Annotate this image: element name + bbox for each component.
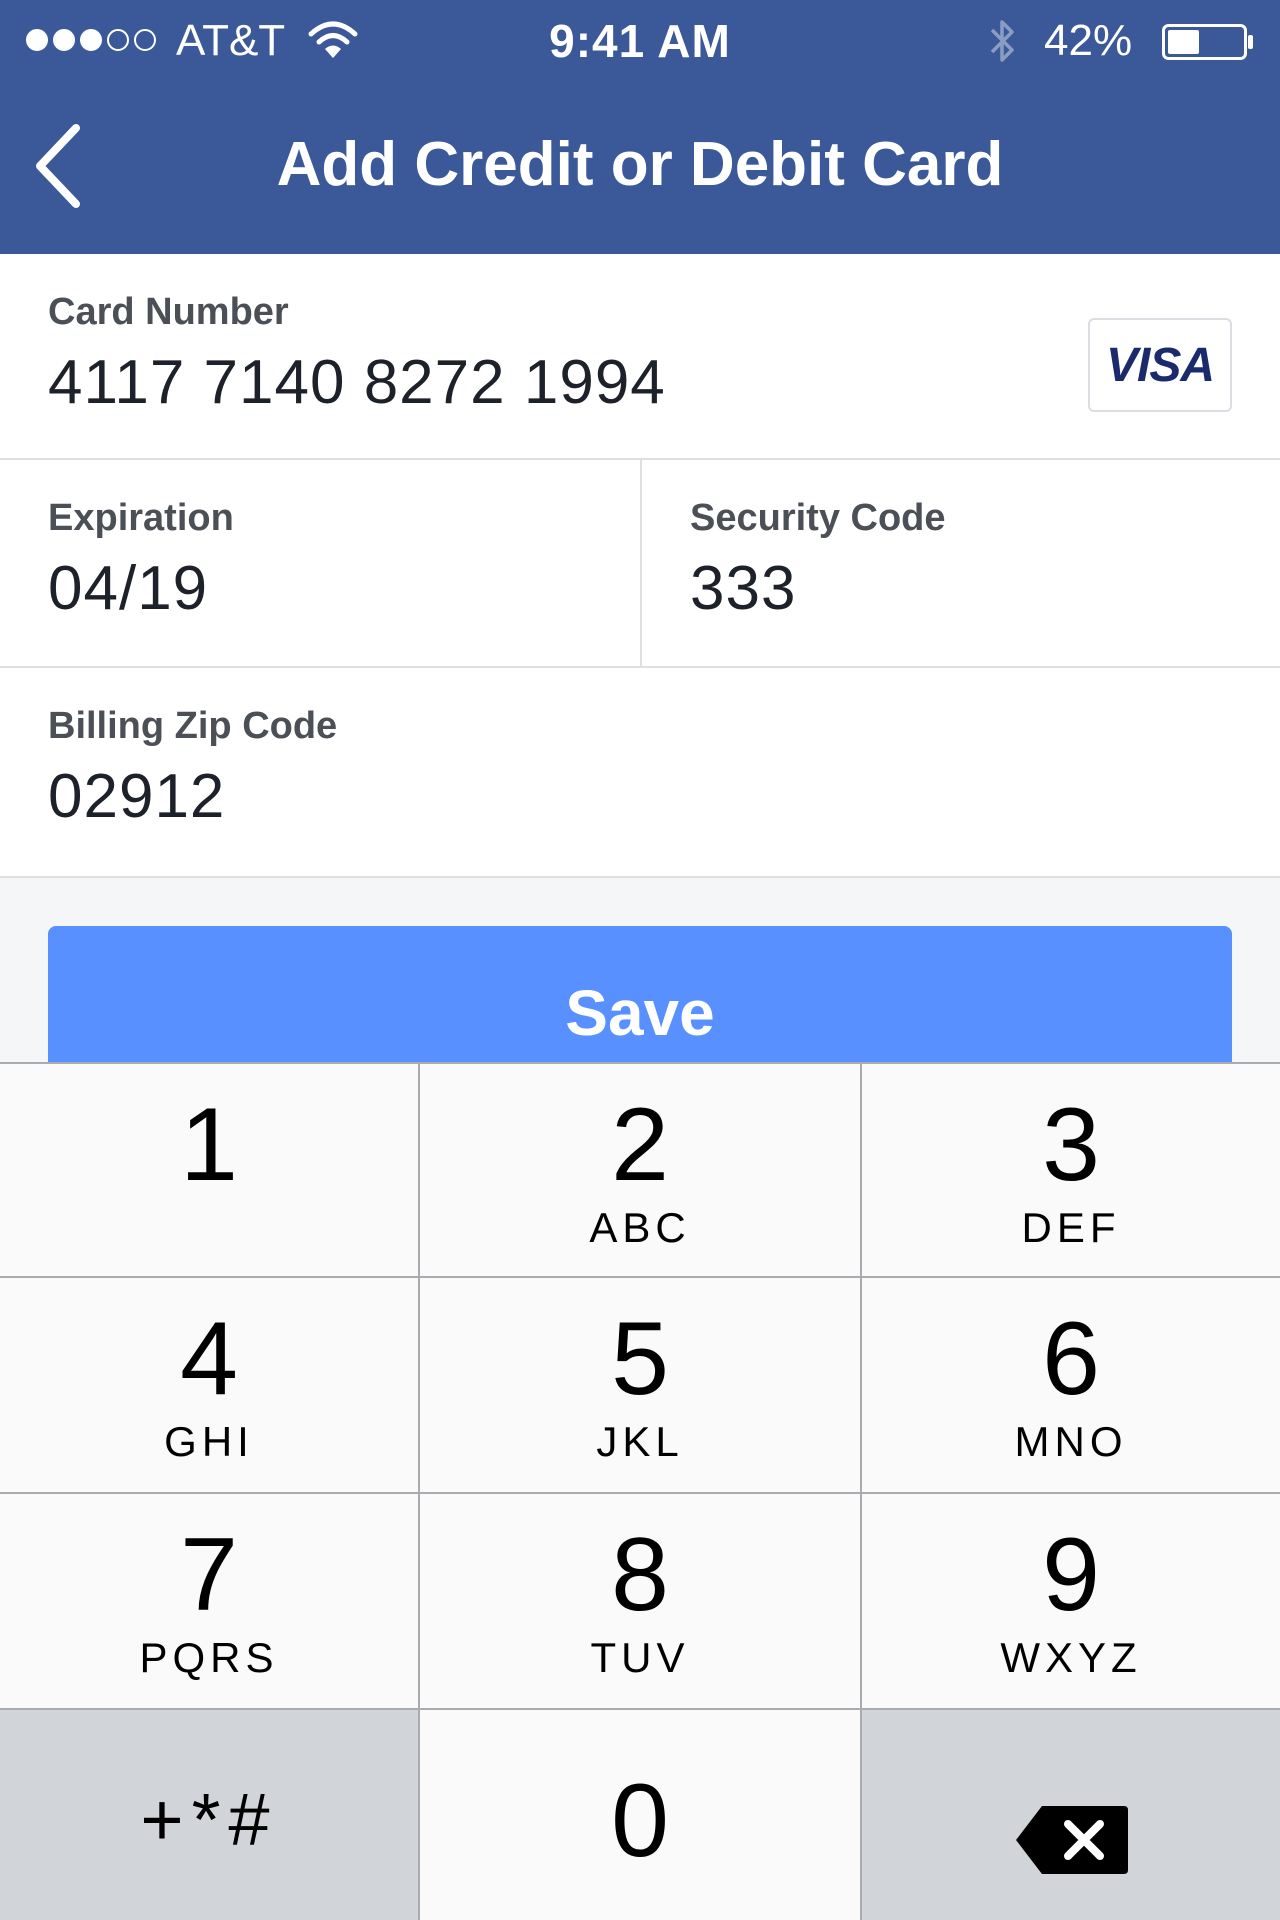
key-digit: 5 <box>611 1301 669 1417</box>
key-9[interactable]: 9 WXYZ <box>862 1494 1280 1708</box>
backspace-icon <box>1016 1806 1128 1874</box>
billing-zip-label: Billing Zip Code <box>48 705 338 747</box>
security-code-field[interactable]: Security Code 333 <box>642 460 1280 668</box>
key-letters: DEF <box>1021 1204 1121 1251</box>
security-code-value[interactable]: 333 <box>690 552 796 626</box>
key-symbols[interactable]: +*# <box>0 1710 418 1920</box>
key-letters: TUV <box>590 1634 690 1681</box>
expiration-label: Expiration <box>48 497 234 539</box>
key-3[interactable]: 3 DEF <box>862 1064 1280 1276</box>
battery-icon <box>1162 24 1253 60</box>
expiration-value[interactable]: 04/19 <box>48 552 208 626</box>
key-delete[interactable] <box>862 1710 1280 1920</box>
key-letters: MNO <box>1014 1418 1128 1465</box>
key-digit: 4 <box>180 1301 238 1417</box>
status-bar: AT&T 9:41 AM 42% <box>0 0 1280 82</box>
card-number-label: Card Number <box>48 291 289 333</box>
key-digit: 9 <box>1042 1517 1100 1633</box>
expiration-field[interactable]: Expiration 04/19 <box>0 460 642 668</box>
key-digit: 2 <box>611 1087 669 1203</box>
key-digit: 7 <box>180 1517 238 1633</box>
security-code-label: Security Code <box>690 497 946 539</box>
key-digit: 8 <box>611 1517 669 1633</box>
visa-logo: VISA <box>1088 318 1232 412</box>
key-letters: GHI <box>164 1418 254 1465</box>
key-2[interactable]: 2 ABC <box>420 1064 860 1276</box>
key-7[interactable]: 7 PQRS <box>0 1494 418 1708</box>
navigation-bar: Add Credit or Debit Card <box>0 82 1280 254</box>
key-letters: JKL <box>596 1418 684 1465</box>
key-4[interactable]: 4 GHI <box>0 1278 418 1492</box>
save-button[interactable]: Save <box>48 926 1232 1062</box>
key-letters: PQRS <box>139 1634 279 1681</box>
bluetooth-icon <box>990 20 1014 62</box>
key-0[interactable]: 0 <box>420 1710 860 1920</box>
key-digit: 6 <box>1042 1301 1100 1417</box>
battery-percent: 42% <box>1044 16 1133 65</box>
billing-zip-value[interactable]: 02912 <box>48 760 225 834</box>
key-digit: 1 <box>180 1087 238 1203</box>
key-digit: 3 <box>1042 1087 1100 1203</box>
card-number-value[interactable]: 4117 7140 8272 1994 <box>48 346 666 420</box>
key-5[interactable]: 5 JKL <box>420 1278 860 1492</box>
card-number-field[interactable]: Card Number 4117 7140 8272 1994 VISA <box>0 254 1280 460</box>
key-letters: WXYZ <box>1000 1634 1142 1681</box>
billing-zip-field[interactable]: Billing Zip Code 02912 <box>0 668 1280 878</box>
key-symbols-label: +*# <box>140 1778 278 1861</box>
numeric-keypad: 1 2 ABC 3 DEF 4 GHI 5 JKL 6 MNO 7 PQRS 8… <box>0 1062 1280 1920</box>
key-1[interactable]: 1 <box>0 1064 418 1276</box>
key-digit: 0 <box>611 1763 669 1879</box>
key-8[interactable]: 8 TUV <box>420 1494 860 1708</box>
key-6[interactable]: 6 MNO <box>862 1278 1280 1492</box>
key-letters: ABC <box>589 1204 691 1251</box>
page-title: Add Credit or Debit Card <box>276 130 1004 199</box>
header-bar: AT&T 9:41 AM 42% Add Credit or Debit Car… <box>0 0 1280 254</box>
button-area: Save <box>0 878 1280 1062</box>
